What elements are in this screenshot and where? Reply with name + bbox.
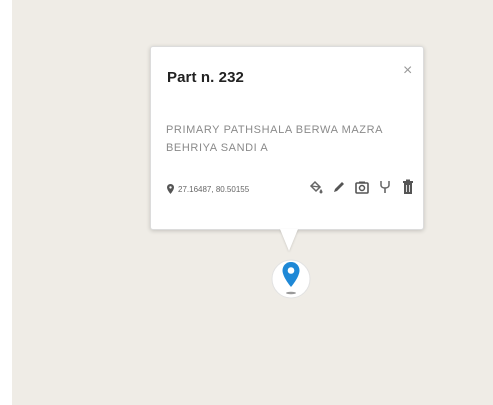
coordinates-row: 27.16487, 80.50155 <box>167 184 249 194</box>
location-pin-icon <box>167 184 174 194</box>
camera-icon[interactable] <box>355 179 369 195</box>
popup-description: PRIMARY PATHSHALA BERWA MAZRA BEHRIYA SA… <box>166 124 383 154</box>
map-marker[interactable] <box>271 252 311 310</box>
popup-title: Part n. 232 <box>167 69 244 86</box>
coordinates-text: 27.16487, 80.50155 <box>178 184 250 194</box>
popup-toolbar <box>309 179 415 195</box>
close-icon[interactable]: × <box>403 63 412 79</box>
info-popup: Part n. 232 × PRIMARY PATHSHALA BERWA MA… <box>150 46 424 230</box>
paint-bucket-icon[interactable] <box>309 179 323 195</box>
popup-pointer <box>280 229 298 251</box>
trash-icon[interactable] <box>401 179 415 195</box>
fork-icon[interactable] <box>378 179 392 195</box>
pencil-icon[interactable] <box>332 179 346 195</box>
